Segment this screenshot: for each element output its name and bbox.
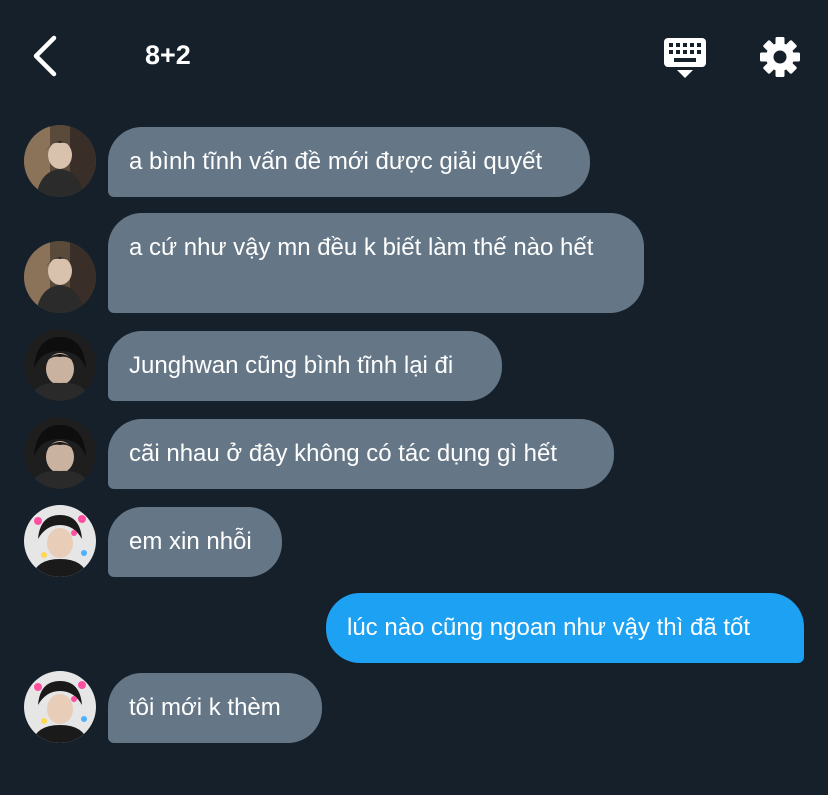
message-text: cãi nhau ở đây không có tác dụng gì hết	[129, 440, 558, 467]
keyboard-button[interactable]	[662, 36, 708, 80]
message-row: tôi mới k thèm	[0, 671, 828, 743]
message-text: em xin nhỗi	[129, 528, 252, 555]
message-row: em xin nhỗi	[0, 505, 828, 577]
chevron-left-icon	[33, 35, 57, 77]
avatar[interactable]	[24, 671, 96, 743]
avatar-1-image	[24, 241, 96, 313]
message-row: Junghwan cũng bình tĩnh lại đi	[0, 329, 828, 401]
message-row: lúc nào cũng ngoan như vậy thì đã tốt	[0, 593, 828, 663]
message-text: Junghwan cũng bình tĩnh lại đi	[129, 352, 454, 379]
avatar-3-image	[24, 505, 96, 577]
message-text: a cứ như vậy mn đều k biết làm thế nào h…	[129, 234, 594, 261]
message-bubble[interactable]: a cứ như vậy mn đều k biết làm thế nào h…	[108, 213, 644, 313]
avatar[interactable]	[24, 241, 96, 313]
message-bubble[interactable]: tôi mới k thèm	[108, 673, 322, 743]
message-text: tôi mới k thèm	[129, 694, 281, 721]
message-row: a bình tĩnh vấn đề mới được giải quyết	[0, 125, 828, 197]
message-bubble[interactable]: cãi nhau ở đây không có tác dụng gì hết	[108, 419, 614, 489]
message-bubble-outgoing[interactable]: lúc nào cũng ngoan như vậy thì đã tốt	[326, 593, 804, 663]
avatar[interactable]	[24, 505, 96, 577]
message-row: cãi nhau ở đây không có tác dụng gì hết	[0, 417, 828, 489]
chat-header: 8+2	[0, 0, 828, 110]
message-text: a bình tĩnh vấn đề mới được giải quyết	[129, 148, 543, 175]
message-row: a cứ như vậy mn đều k biết làm thế nào h…	[0, 213, 828, 313]
avatar-2-image	[24, 417, 96, 489]
message-bubble[interactable]: em xin nhỗi	[108, 507, 282, 577]
keyboard-icon	[664, 38, 706, 78]
chat-title: 8+2	[145, 40, 191, 70]
message-text: lúc nào cũng ngoan như vậy thì đã tốt	[347, 614, 751, 641]
avatar[interactable]	[24, 125, 96, 197]
back-button[interactable]	[28, 34, 68, 78]
avatar[interactable]	[24, 329, 96, 401]
gear-icon	[760, 37, 800, 77]
avatar-2-image	[24, 329, 96, 401]
settings-button[interactable]	[758, 35, 802, 79]
message-bubble[interactable]: a bình tĩnh vấn đề mới được giải quyết	[108, 127, 590, 197]
avatar-3-image	[24, 671, 96, 743]
avatar-1-image	[24, 125, 96, 197]
avatar[interactable]	[24, 417, 96, 489]
message-bubble[interactable]: Junghwan cũng bình tĩnh lại đi	[108, 331, 502, 401]
